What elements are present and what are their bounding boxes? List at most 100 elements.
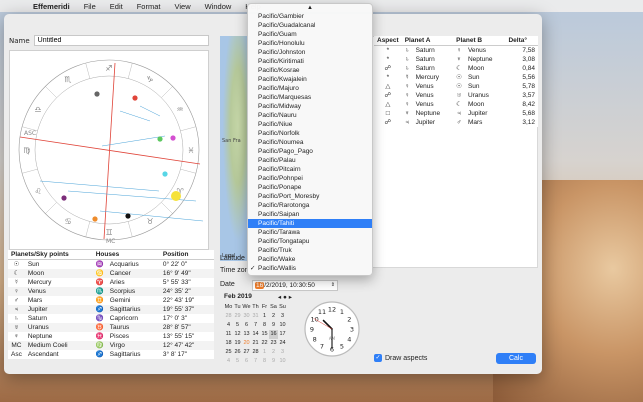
timezone-option[interactable]: Pacific/Niue [248, 120, 372, 129]
calendar-day[interactable]: 6 [242, 357, 251, 366]
timezone-option[interactable]: Pacific/Noumea [248, 138, 372, 147]
planet-row[interactable]: ♃ Jupiter ♐ Sagittarius 19° 55' 37" [8, 304, 214, 314]
timezone-option[interactable]: Pacific/Palau [248, 156, 372, 165]
col-planets[interactable]: Planets/Sky points [8, 250, 93, 260]
timezone-option[interactable]: Pacific/Port_Moresby [248, 192, 372, 201]
aspect-row[interactable]: * ♄ Saturn ♀ Venus 7,58 [374, 46, 538, 55]
planet-row[interactable]: ☾ Moon ♋ Cancer 16° 9' 49" [8, 268, 214, 278]
planet-row[interactable]: ♅ Uranus ♉ Taurus 28° 8' 57" [8, 322, 214, 332]
name-input[interactable] [33, 35, 209, 46]
calendar-day[interactable]: 15 [260, 330, 269, 339]
timezone-option[interactable]: Pacific/Norfolk [248, 129, 372, 138]
col-aspect[interactable]: Aspect [374, 36, 402, 46]
planet-row[interactable]: MC Medium Coeli ♍ Virgo 12° 47' 42" [8, 340, 214, 350]
calendar-day[interactable]: 7 [251, 321, 260, 330]
calendar-day[interactable]: 1 [260, 348, 269, 357]
aspect-row[interactable]: △ ♀ Venus ☾ Moon 8,42 [374, 100, 538, 109]
calendar-day[interactable]: 9 [269, 321, 278, 330]
calendar-day[interactable]: 3 [278, 348, 287, 357]
timezone-option[interactable]: Pacific/Saipan [248, 210, 372, 219]
aspect-row[interactable]: ☍ ♄ Saturn ☾ Moon 0,84 [374, 64, 538, 73]
timezone-option[interactable]: Pacific/Nauru [248, 111, 372, 120]
calendar-day[interactable]: 9 [269, 357, 278, 366]
calendar-day[interactable]: 22 [260, 339, 269, 348]
menu-app[interactable]: Effemeridi [26, 2, 77, 11]
calendar-day[interactable]: 30 [242, 312, 251, 321]
scroll-up-arrow-icon[interactable]: ▲ [248, 4, 372, 12]
calendar-day[interactable]: 8 [260, 357, 269, 366]
analog-clock[interactable]: 121234567891011AM [303, 300, 361, 358]
calendar-day[interactable]: 28 [251, 348, 260, 357]
calendar-day[interactable]: 25 [224, 348, 233, 357]
calendar-day[interactable]: 1 [260, 312, 269, 321]
calendar-day[interactable]: 2 [269, 348, 278, 357]
calendar-day[interactable]: 26 [233, 348, 242, 357]
timezone-option[interactable]: Pacific/Guam [248, 30, 372, 39]
calendar-day[interactable]: 20 [242, 339, 251, 348]
timezone-option[interactable]: Pacific/Tongatapu [248, 237, 372, 246]
calendar-day[interactable]: 13 [242, 330, 251, 339]
timezone-option[interactable]: Pacific/Guadalcanal [248, 21, 372, 30]
timezone-option[interactable]: Pacific/Pitcairn [248, 165, 372, 174]
calendar-day[interactable]: 12 [233, 330, 242, 339]
calendar-day[interactable]: 17 [278, 330, 287, 339]
calc-button[interactable]: Calc [496, 353, 536, 364]
timezone-option[interactable]: Pacific/Kiritimati [248, 57, 372, 66]
planet-row[interactable]: ☿ Mercury ♈ Aries 5° 55' 33" [8, 278, 214, 287]
col-houses[interactable]: Houses [92, 250, 160, 260]
calendar-day[interactable]: 27 [242, 348, 251, 357]
col-delta[interactable]: Delta° [505, 36, 538, 46]
calendar-day[interactable]: 31 [251, 312, 260, 321]
calendar-day[interactable]: 7 [251, 357, 260, 366]
calendar-nav-icons[interactable]: ◂ ● ▸ [278, 293, 292, 301]
timezone-option[interactable]: Pacific/Johnston [248, 48, 372, 57]
col-planet-b[interactable]: Planet B [453, 36, 506, 46]
planet-row[interactable]: ♄ Saturn ♑ Capricorn 17° 0' 3" [8, 314, 214, 323]
timezone-option[interactable]: Pacific/Ponape [248, 183, 372, 192]
calendar-day[interactable]: 4 [224, 357, 233, 366]
planet-row[interactable]: ☉ Sun ♒ Acquarius 0° 22' 0" [8, 260, 214, 269]
timezone-option[interactable]: Pacific/Rarotonga [248, 201, 372, 210]
calendar-day[interactable]: 14 [251, 330, 260, 339]
timezone-option[interactable]: Pacific/Kosrae [248, 66, 372, 75]
timezone-option[interactable]: Pacific/Truk [248, 246, 372, 255]
menu-view[interactable]: View [167, 2, 197, 11]
timezone-option[interactable]: Pacific/Marquesas [248, 93, 372, 102]
timezone-option[interactable]: Pacific/Tarawa [248, 228, 372, 237]
calendar-day[interactable]: 5 [233, 357, 242, 366]
date-day-segment[interactable]: 16 [255, 282, 265, 289]
aspect-row[interactable]: * ♄ Saturn ♆ Neptune 3,08 [374, 55, 538, 64]
calendar-day[interactable]: 3 [278, 312, 287, 321]
menu-format[interactable]: Format [130, 2, 168, 11]
timezone-option[interactable]: Pacific/Gambier [248, 12, 372, 21]
calendar-day[interactable]: 8 [260, 321, 269, 330]
menu-window[interactable]: Window [198, 2, 239, 11]
checkmark-icon[interactable]: ✓ [374, 354, 382, 362]
col-position[interactable]: Position [159, 250, 214, 260]
calendar-day[interactable]: 5 [233, 321, 242, 330]
timezone-option[interactable]: Pacific/Pago_Pago [248, 147, 372, 156]
menu-file[interactable]: File [77, 2, 103, 11]
timezone-option[interactable]: Pacific/Kwajalein [248, 75, 372, 84]
location-map[interactable]: San Fra Legal [220, 36, 250, 261]
timezone-option[interactable]: Pacific/Wake [248, 255, 372, 264]
aspect-row[interactable]: ☍ ♀ Venus ♅ Uranus 3,57 [374, 91, 538, 100]
planet-row[interactable]: ♂ Mars ♊ Gemini 22° 43' 19" [8, 296, 214, 305]
timezone-option[interactable]: Pacific/Tahiti [248, 219, 372, 228]
planet-row[interactable]: ♆ Neptune ♓ Pisces 13° 55' 15" [8, 332, 214, 341]
planet-row[interactable]: ♀ Venus ♏ Scorpius 24° 35' 2" [8, 286, 214, 296]
calendar-day[interactable]: 23 [269, 339, 278, 348]
date-field[interactable]: 16/2/2019, 10:30:50 ⇕ [252, 280, 338, 291]
calendar-day[interactable]: 10 [278, 321, 287, 330]
draw-aspects-checkbox[interactable]: ✓ Draw aspects [374, 354, 427, 362]
calendar-day[interactable]: 21 [251, 339, 260, 348]
col-planet-a[interactable]: Planet A [401, 36, 454, 46]
calendar-day[interactable]: 2 [269, 312, 278, 321]
aspect-row[interactable]: ☍ ♃ Jupiter ♂ Mars 3,12 [374, 118, 538, 127]
timezone-option[interactable]: Pacific/Pohnpei [248, 174, 372, 183]
calendar-day[interactable]: 4 [224, 321, 233, 330]
timezone-option[interactable]: ✓ Pacific/Wallis [248, 264, 372, 273]
calendar-day[interactable]: 16 [269, 330, 278, 339]
stepper-icon[interactable]: ⇕ [331, 282, 335, 288]
planet-row[interactable]: Asc Ascendant ♐ Sagittarius 3° 8' 17" [8, 350, 214, 359]
